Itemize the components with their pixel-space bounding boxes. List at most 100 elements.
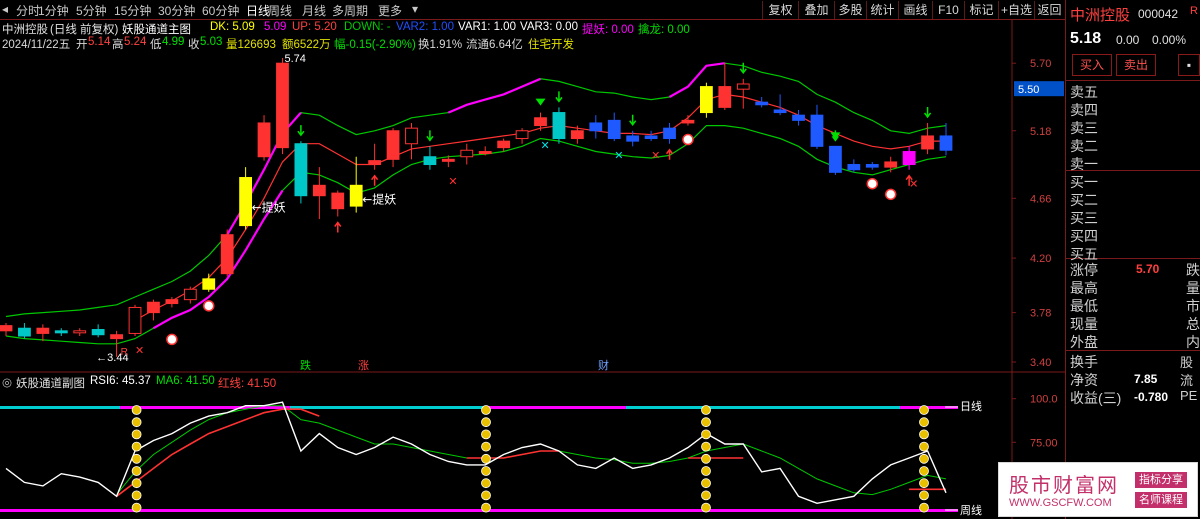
high-label: 高 — [112, 39, 124, 51]
coin-icon — [701, 405, 711, 415]
day-line-bar-segment — [486, 406, 626, 409]
candle-body — [239, 177, 253, 227]
buy-button[interactable]: 买入 — [1072, 54, 1112, 76]
signal-up-arrow-icon — [334, 221, 342, 233]
week-line-bar — [0, 509, 958, 512]
candle-body — [0, 325, 13, 332]
coin-icon — [919, 441, 929, 452]
candle-body — [110, 334, 123, 340]
stat-label: 最高 — [1070, 280, 1098, 296]
coin-icon — [481, 429, 491, 440]
candle-body — [183, 288, 197, 301]
candle-body — [644, 135, 658, 140]
coin-icon — [131, 405, 142, 415]
tiyao-value: 提妖: 0.00 — [582, 24, 634, 36]
candle-body — [607, 119, 621, 140]
candle-body — [91, 329, 105, 336]
chart-canvas: 5.705.184.664.203.783.405.50✕✕✕✕ ✕✕5.74←3… — [0, 20, 1065, 519]
candle-body — [718, 86, 732, 108]
coin-icon — [131, 478, 142, 489]
candle-body — [515, 130, 529, 140]
bid-row-label: 买一 — [1070, 174, 1098, 190]
coin-icon — [701, 453, 711, 464]
candle-body — [460, 149, 474, 158]
candle-body — [755, 101, 769, 106]
sub-chart-header: ◎ 妖股通道副图 RSI6: 45.37 MA6: 41.50 红线: 41.5… — [0, 374, 1065, 390]
indicator-name-label: 妖股通道主图 — [122, 24, 191, 36]
coin-icon — [701, 466, 711, 476]
signal-down-arrow-icon — [555, 91, 563, 103]
stat-right-label: 跌 — [1186, 262, 1200, 278]
low-label: 低 — [150, 39, 162, 51]
coin-icon — [919, 405, 929, 415]
coin-icon — [919, 490, 929, 501]
stat-right-label: 量 — [1186, 280, 1200, 296]
stat2-right-label: 流 — [1180, 373, 1194, 388]
chart-mode-label: (日线 前复权) — [50, 24, 119, 36]
quote-change: 0.00 — [1116, 33, 1140, 47]
stat-right-label: 总 — [1186, 316, 1200, 332]
amount-value: 额6522万 — [282, 39, 331, 51]
settings-circle-icon[interactable]: ◎ — [2, 375, 12, 389]
signal-down-arrow-icon — [629, 114, 637, 127]
coin-icon — [481, 478, 491, 489]
quote-stock-name: 中洲控股 — [1070, 7, 1131, 24]
open-label: 开 — [76, 39, 88, 51]
coin-icon — [701, 429, 711, 440]
candle-body — [73, 330, 87, 334]
stat2-right-label: PE — [1180, 388, 1198, 403]
down-value: DOWN: - — [344, 21, 391, 33]
bid-row-label: 买四 — [1070, 228, 1098, 244]
candle-body — [570, 130, 584, 140]
candle-body — [441, 158, 455, 162]
low-value: 4.99 — [162, 36, 185, 48]
var1-value: VAR1: 1.00 — [458, 21, 516, 33]
more-icon[interactable]: ▪ — [1178, 54, 1200, 76]
coin-icon — [131, 453, 142, 464]
coin-icon — [919, 502, 929, 513]
turnover-value: 换1.91% — [418, 39, 463, 51]
rsi-tick-label: 100.0 — [1030, 394, 1058, 406]
high-value: 5.24 — [124, 36, 147, 48]
candle-body — [921, 135, 934, 150]
candle-body — [626, 135, 640, 142]
sell-triangle-icon — [535, 98, 546, 106]
rsi6-line — [5, 401, 947, 505]
high-price-annotation: 5.74 — [284, 53, 305, 65]
candle-body — [202, 278, 216, 290]
candle-body — [773, 109, 787, 114]
coin-icon — [481, 417, 491, 428]
money-bag-icon — [884, 188, 897, 201]
butterfly-icon: ✕ — [448, 175, 457, 188]
coin-icon — [701, 490, 711, 501]
var3-value: VAR3: 0.00 — [520, 21, 578, 33]
quote-stock-code: 000042 — [1138, 7, 1179, 21]
quote-panel: 中洲控股 000042 R 5.18 0.00 0.00% 买入 卖出 ▪ 卖五… — [1065, 0, 1200, 519]
coin-icon — [131, 429, 142, 440]
divider — [1066, 80, 1200, 81]
float-cap-value: 流通6.64亿 — [466, 39, 523, 51]
ask-row-label: 卖五 — [1070, 84, 1098, 100]
candle-body — [884, 161, 898, 168]
price-tick-label: 4.66 — [1030, 193, 1051, 205]
coin-icon — [481, 502, 491, 513]
ask-row-label: 卖四 — [1070, 102, 1098, 118]
tiyao-annotation: ←提妖 — [362, 192, 396, 207]
candle-body — [36, 327, 50, 334]
candle-body — [405, 127, 418, 145]
stat-label: 最低 — [1070, 298, 1098, 314]
open-value: 5.14 — [88, 36, 111, 48]
coin-icon — [701, 478, 711, 489]
rsi-tick-label: 75.00 — [1030, 437, 1058, 449]
candle-body — [349, 184, 363, 207]
day-line-label: 日线 — [960, 399, 982, 413]
candle-body — [294, 143, 308, 197]
coin-icon — [919, 417, 929, 428]
candle-body — [54, 330, 68, 334]
ohlc-date: 2024/11/22五 — [2, 39, 71, 51]
sell-button[interactable]: 卖出 — [1116, 54, 1156, 76]
coin-icon — [131, 502, 142, 513]
signal-down-arrow-icon — [297, 125, 305, 137]
candle-body — [497, 140, 511, 149]
dk-value: DK: 5.09 — [210, 21, 255, 33]
